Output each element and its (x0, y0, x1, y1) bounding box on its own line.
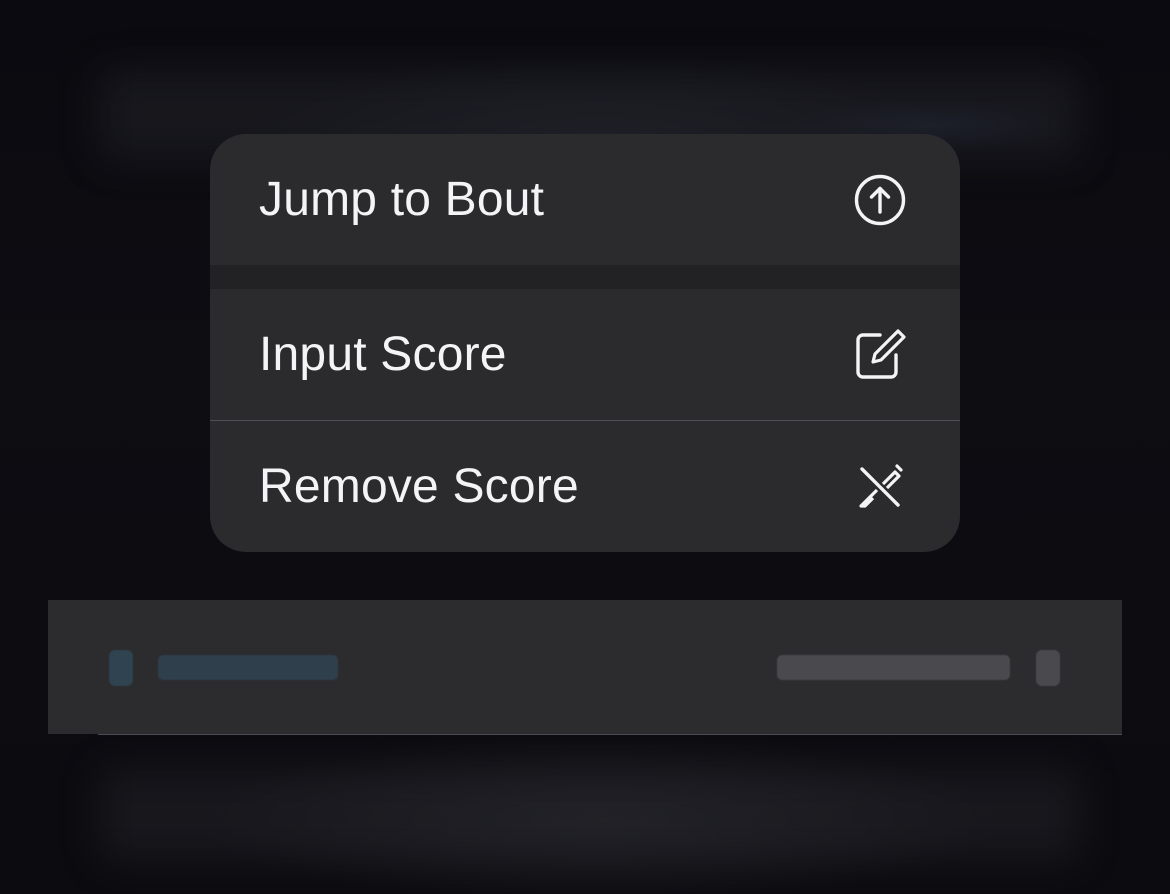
square-and-pencil-icon (852, 327, 908, 383)
pencil-slash-icon (852, 459, 908, 515)
cell-trailing-indicator (1036, 650, 1060, 686)
context-menu: Jump to Bout Input Score Remove Score (210, 134, 960, 552)
cell-leading-indicator (109, 650, 133, 686)
remove-score-menu-item[interactable]: Remove Score (210, 421, 960, 552)
blurred-list-row (100, 770, 1080, 860)
cell-title-placeholder (158, 655, 338, 680)
highlighted-list-cell[interactable] (48, 600, 1122, 734)
remove-score-label: Remove Score (259, 460, 579, 513)
menu-section-separator (210, 265, 960, 289)
input-score-menu-item[interactable]: Input Score (210, 289, 960, 420)
arrow-up-circle-icon (852, 172, 908, 228)
input-score-label: Input Score (259, 328, 507, 381)
cell-separator (98, 734, 1122, 735)
jump-to-bout-menu-item[interactable]: Jump to Bout (210, 134, 960, 265)
cell-detail-placeholder (777, 655, 1010, 680)
jump-to-bout-label: Jump to Bout (259, 173, 545, 226)
